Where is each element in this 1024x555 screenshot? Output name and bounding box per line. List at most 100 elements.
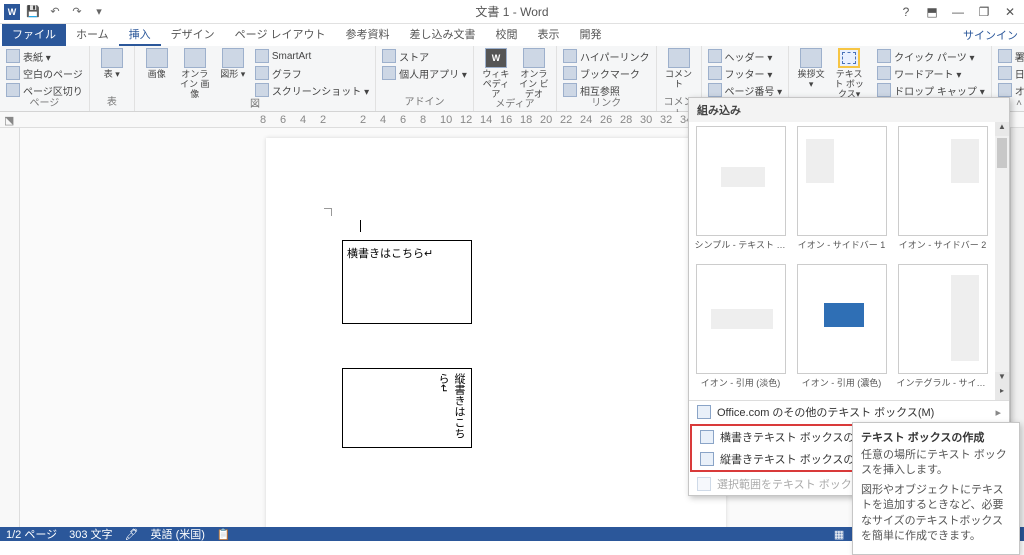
more-from-office-button[interactable]: Office.com のその他のテキスト ボックス(M)▸	[689, 401, 1009, 423]
footer-button[interactable]: フッター ▾	[708, 65, 783, 81]
screenshot-button[interactable]: スクリーンショット ▾	[255, 82, 369, 98]
header-button[interactable]: ヘッダー ▾	[708, 48, 783, 64]
greeting-button[interactable]: 挨拶文 ▾	[795, 48, 827, 89]
textbox-icon	[838, 48, 860, 68]
group-label: アドイン	[382, 97, 467, 109]
blank-page-icon	[6, 66, 20, 80]
group-table: 表 ▾ 表	[90, 46, 135, 111]
ribbon-tabs: ファイル ホーム 挿入 デザイン ページ レイアウト 参考資料 差し込み文書 校…	[0, 24, 1024, 46]
proofing-icon[interactable]: 🖊	[125, 528, 139, 541]
shapes-icon	[222, 48, 244, 68]
gallery-item-ion-sidebar-2[interactable]: イオン - サイドバー 2	[895, 126, 990, 258]
thumb-icon	[797, 126, 887, 236]
header-icon	[708, 49, 722, 63]
group-label: メディア	[480, 99, 550, 111]
group-media: Wウィキ ペディア オンライン ビデオ メディア	[474, 46, 557, 111]
tooltip-body: 任意の場所にテキスト ボックスを挿入します。 図形やオブジェクトにテキストを追加…	[861, 448, 1011, 544]
tab-design[interactable]: デザイン	[161, 24, 225, 46]
comment-button[interactable]: コメント	[663, 48, 695, 89]
gallery-scrollbar[interactable]: ▲ ▼ ▸	[995, 122, 1009, 400]
title-bar: W 💾 ↶ ↷ ▾ 文書 1 - Word ? ⬒ — ❐ ✕	[0, 0, 1024, 24]
restore-icon[interactable]: ❐	[974, 5, 994, 19]
tab-page-layout[interactable]: ページ レイアウト	[225, 24, 336, 46]
scroll-more-icon[interactable]: ▸	[995, 386, 1009, 400]
ribbon-display-icon[interactable]: ⬒	[922, 5, 942, 19]
status-page[interactable]: 1/2 ページ	[6, 526, 57, 542]
wikipedia-button[interactable]: Wウィキ ペディア	[480, 48, 512, 99]
pictures-button[interactable]: 画像	[141, 48, 173, 79]
object-button[interactable]: オブジェクト ▾	[998, 82, 1024, 98]
gallery-item-simple[interactable]: シンプル - テキスト ボッ...	[693, 126, 788, 258]
gallery-item-ion-quote-dark[interactable]: イオン - 引用 (濃色)	[794, 264, 889, 396]
undo-icon[interactable]: ↶	[46, 3, 64, 21]
tab-review[interactable]: 校閲	[486, 24, 528, 46]
help-icon[interactable]: ?	[896, 5, 916, 19]
store-button[interactable]: ストア	[382, 48, 467, 64]
chevron-right-icon: ▸	[995, 406, 1001, 419]
quick-parts-button[interactable]: クイック パーツ ▾	[877, 48, 985, 64]
gallery-item-ion-sidebar-1[interactable]: イオン - サイドバー 1	[794, 126, 889, 258]
tab-insert[interactable]: 挿入	[119, 24, 161, 46]
date-time-button[interactable]: 日付と時刻	[998, 65, 1024, 81]
hyperlink-button[interactable]: ハイパーリンク	[563, 48, 650, 64]
drop-cap-button[interactable]: ドロップ キャップ ▾	[877, 82, 985, 98]
greeting-icon	[800, 48, 822, 68]
view-print-layout-icon[interactable]: ▦	[834, 528, 844, 541]
page[interactable]: 横書きはこちら↵ 縦書きはこちら↵	[266, 138, 726, 527]
tab-mailmerge[interactable]: 差し込み文書	[400, 24, 486, 46]
redo-icon[interactable]: ↷	[68, 3, 86, 21]
macro-record-icon[interactable]: 📋	[217, 528, 231, 541]
scroll-thumb[interactable]	[997, 138, 1007, 168]
online-video-icon	[523, 48, 545, 68]
signin-link[interactable]: サインイン	[963, 27, 1024, 43]
ruler-corner-icon[interactable]: ⬔	[4, 114, 14, 127]
cross-reference-button[interactable]: 相互参照	[563, 82, 650, 98]
tab-developer[interactable]: 開発	[570, 24, 612, 46]
online-pictures-icon	[184, 48, 206, 68]
status-language[interactable]: 英語 (米国)	[151, 526, 205, 542]
tab-home[interactable]: ホーム	[66, 24, 119, 46]
vertical-textbox[interactable]: 縦書きはこちら↵	[342, 368, 472, 448]
minimize-icon[interactable]: —	[948, 5, 968, 19]
thumb-icon	[898, 126, 988, 236]
bookmark-button[interactable]: ブックマーク	[563, 65, 650, 81]
page-number-button[interactable]: ページ番号 ▾	[708, 82, 783, 98]
signature-button[interactable]: 署名欄 ▾	[998, 48, 1024, 64]
qat-customize-icon[interactable]: ▾	[90, 3, 108, 21]
save-icon[interactable]: 💾	[24, 3, 42, 21]
scroll-down-icon[interactable]: ▼	[995, 372, 1009, 386]
gallery-item-ion-quote-light[interactable]: イオン - 引用 (淡色)	[693, 264, 788, 396]
scroll-up-icon[interactable]: ▲	[995, 122, 1009, 136]
wordart-button[interactable]: ワードアート ▾	[877, 65, 985, 81]
blank-page-button[interactable]: 空白のページ	[6, 65, 83, 81]
save-gallery-icon	[697, 477, 711, 491]
close-icon[interactable]: ✕	[1000, 5, 1020, 19]
online-pictures-button[interactable]: オンライン 画像	[179, 48, 211, 99]
collapse-ribbon-icon[interactable]: ˄	[1016, 98, 1022, 109]
shapes-button[interactable]: 図形 ▾	[217, 48, 249, 79]
chart-button[interactable]: グラフ	[255, 65, 369, 81]
page-break-button[interactable]: ページ区切り	[6, 82, 83, 98]
comment-icon	[668, 48, 690, 68]
vertical-ruler[interactable]	[0, 128, 20, 527]
group-pages: 表紙 ▾ 空白のページ ページ区切り ページ	[0, 46, 90, 111]
tab-file[interactable]: ファイル	[2, 24, 66, 46]
cover-page-button[interactable]: 表紙 ▾	[6, 48, 83, 64]
drop-cap-icon	[877, 83, 891, 97]
textbox-button[interactable]: テキスト ボックス▾	[833, 48, 865, 99]
table-button[interactable]: 表 ▾	[96, 48, 128, 79]
smartart-button[interactable]: SmartArt	[255, 48, 369, 64]
gallery-item-integral-sidebar[interactable]: インテグラル - サイドバー	[895, 264, 990, 396]
group-label: ページ	[6, 98, 83, 110]
horizontal-textbox[interactable]: 横書きはこちら↵	[342, 240, 472, 324]
store-icon	[382, 49, 396, 63]
tab-view[interactable]: 表示	[528, 24, 570, 46]
bookmark-icon	[563, 66, 577, 80]
my-apps-button[interactable]: 個人用アプリ ▾	[382, 65, 467, 81]
tab-references[interactable]: 参考資料	[336, 24, 400, 46]
online-video-button[interactable]: オンライン ビデオ	[518, 48, 550, 99]
status-word-count[interactable]: 303 文字	[69, 526, 112, 542]
smartart-icon	[255, 49, 269, 63]
horizontal-textbox-icon	[700, 430, 714, 444]
table-icon	[101, 48, 123, 68]
